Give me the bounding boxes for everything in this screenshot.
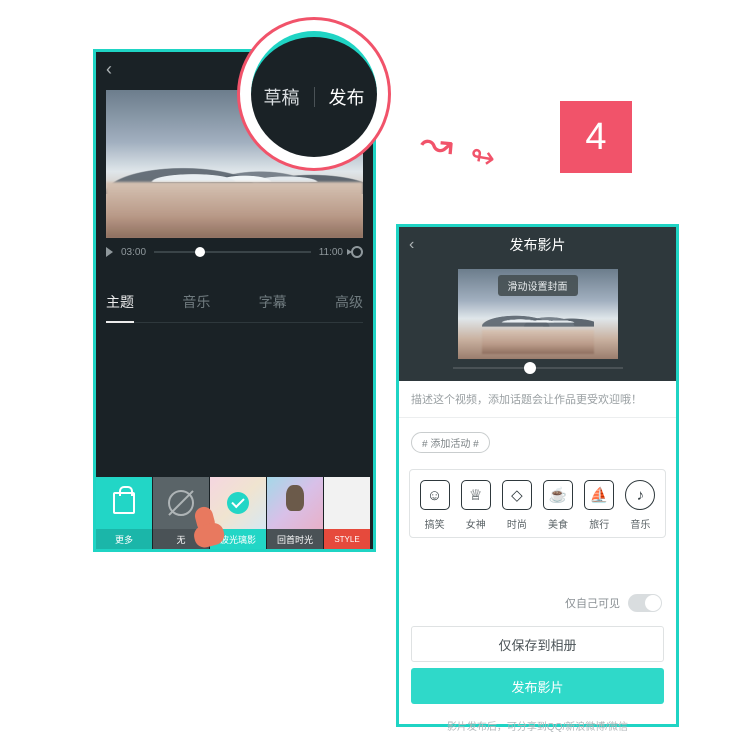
deer-icon: [286, 485, 304, 511]
bag-icon: [113, 492, 135, 514]
step-badge: 4: [560, 101, 632, 173]
category-美食[interactable]: ☕ 美食: [538, 480, 578, 531]
fashion-icon: ◇: [502, 480, 532, 510]
publish-screen: ‹ 发布影片 滑动设置封面 描述这个视频，添加话题会让作品更受欢迎哦！ # 添加…: [396, 224, 679, 727]
editor-tabs: 主题 音乐 字幕 高级: [106, 292, 363, 323]
theme-style[interactable]: STYLE: [324, 477, 370, 549]
volume-icon[interactable]: [351, 246, 363, 258]
travel-icon: ⛵: [584, 480, 614, 510]
theme-style-label: STYLE: [324, 529, 370, 549]
theme-more[interactable]: 更多: [96, 477, 152, 549]
category-strip[interactable]: ☺ 搞笑 ♕ 女神 ◇ 时尚 ☕ 美食 ⛵ 旅行 ♪ 音乐: [409, 469, 666, 538]
cover-slider-handle[interactable]: [524, 362, 536, 374]
tab-subtitle[interactable]: 字幕: [259, 292, 287, 312]
description-input[interactable]: 描述这个视频，添加话题会让作品更受欢迎哦！: [399, 381, 676, 418]
privacy-toggle[interactable]: [628, 594, 662, 612]
tab-theme[interactable]: 主题: [106, 292, 134, 312]
cover-area: 滑动设置封面: [399, 263, 676, 381]
category-label: 美食: [548, 516, 568, 531]
callout-draft[interactable]: 草稿: [264, 84, 300, 110]
play-icon[interactable]: [106, 247, 113, 257]
cover-hint: 滑动设置封面: [498, 275, 578, 296]
publish-title: 发布影片: [510, 235, 566, 255]
time-total: 11:00: [319, 247, 343, 258]
callout-publish[interactable]: 发布: [329, 84, 365, 110]
step-number: 4: [585, 116, 606, 159]
cover-slider[interactable]: [453, 367, 623, 369]
add-topic-chip[interactable]: # 添加活动 #: [411, 432, 490, 453]
arrow-decor: ↝: [418, 119, 455, 169]
tab-music[interactable]: 音乐: [182, 292, 210, 312]
cover-preview[interactable]: 滑动设置封面: [458, 269, 618, 359]
topic-row: # 添加活动 #: [399, 418, 676, 461]
back-icon[interactable]: ‹: [409, 236, 414, 254]
theme-strip[interactable]: 更多 无 波光璃影 回首时光 STYLE: [96, 477, 373, 549]
privacy-row: 仅自己可见: [399, 594, 676, 620]
category-label: 女神: [466, 516, 486, 531]
draft-publish-callout: 草稿 发布: [237, 17, 391, 171]
theme-retrospect[interactable]: 回首时光: [267, 477, 323, 549]
tab-advanced[interactable]: 高级: [335, 292, 363, 312]
arrow-decor: ↬: [467, 138, 498, 177]
category-搞笑[interactable]: ☺ 搞笑: [415, 480, 455, 531]
publish-button[interactable]: 发布影片: [411, 668, 664, 704]
category-旅行[interactable]: ⛵ 旅行: [579, 480, 619, 531]
save-only-button[interactable]: 仅保存到相册: [411, 626, 664, 662]
category-label: 时尚: [507, 516, 527, 531]
check-icon: [227, 492, 249, 514]
time-current: 03:00: [121, 247, 146, 258]
food-icon: ☕: [543, 480, 573, 510]
back-icon[interactable]: ‹: [106, 59, 112, 80]
scrub-track[interactable]: [154, 251, 311, 253]
category-label: 音乐: [630, 516, 650, 531]
separator: [314, 87, 315, 107]
music-icon: ♪: [625, 480, 655, 510]
category-女神[interactable]: ♕ 女神: [456, 480, 496, 531]
scrub-handle[interactable]: [195, 247, 205, 257]
theme-retrospect-label: 回首时光: [267, 529, 323, 549]
category-时尚[interactable]: ◇ 时尚: [497, 480, 537, 531]
goddess-icon: ♕: [461, 480, 491, 510]
publish-footer: 影片发布后，可分享到QQ/新浪微博/微信: [399, 710, 676, 737]
theme-more-label: 更多: [96, 529, 152, 549]
scrub-bar: 03:00 11:00: [106, 246, 363, 258]
privacy-label: 仅自己可见: [565, 595, 620, 611]
category-label: 搞笑: [425, 516, 445, 531]
category-音乐[interactable]: ♪ 音乐: [620, 480, 660, 531]
laugh-icon: ☺: [420, 480, 450, 510]
category-label: 旅行: [589, 516, 609, 531]
publish-header: ‹ 发布影片: [399, 227, 676, 263]
